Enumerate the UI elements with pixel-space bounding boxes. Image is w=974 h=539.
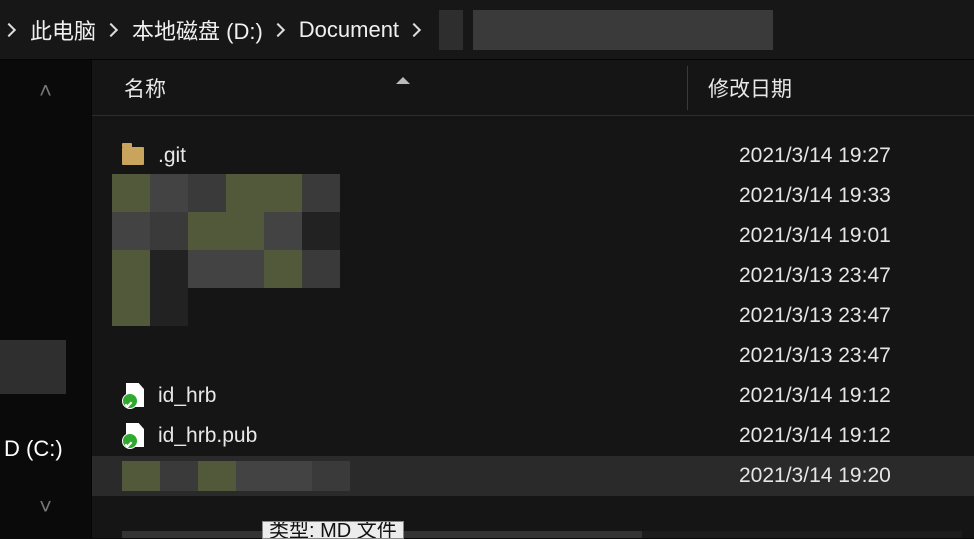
nav-tree: ˄ D (C:) ˅ [0, 60, 92, 538]
breadcrumb-item-drive-d[interactable]: 本地磁盘 (D:) [126, 0, 269, 59]
column-name[interactable]: 名称 [92, 73, 687, 103]
file-modified: 2021/3/14 19:01 [719, 224, 974, 248]
file-name: .git [158, 144, 186, 168]
horizontal-scrollbar[interactable] [122, 531, 962, 538]
tooltip: 类型: MD 文件 [262, 521, 404, 539]
key-file-icon [122, 383, 144, 409]
file-modified: 2021/3/13 23:47 [719, 264, 974, 288]
file-modified: 2021/3/14 19:20 [719, 464, 974, 488]
chevron-right-icon [2, 22, 16, 36]
file-modified: 2021/3/14 19:27 [719, 144, 974, 168]
column-name-label: 名称 [124, 78, 166, 101]
breadcrumb-redacted [473, 10, 773, 50]
chevron-right-icon [407, 22, 421, 36]
breadcrumb-item-pc[interactable]: 此电脑 [24, 0, 102, 59]
nav-scroll-up[interactable]: ˄ [39, 78, 52, 104]
list-item[interactable]: id_hrb 2021/3/14 19:12 [92, 376, 974, 416]
list-item[interactable]: 2021/3/14 19:20 [92, 456, 974, 496]
file-panel: 名称 修改日期 .git 2021/3/14 19:27 2021/3/14 1… [92, 60, 974, 538]
file-name: id_hrb [158, 384, 216, 408]
file-modified: 2021/3/14 19:33 [719, 184, 974, 208]
file-modified: 2021/3/14 19:12 [719, 424, 974, 448]
list-item[interactable]: id_hrb.pub 2021/3/14 19:12 [92, 416, 974, 456]
nav-item-drive-c[interactable]: D (C:) [0, 422, 90, 476]
file-modified: 2021/3/13 23:47 [719, 344, 974, 368]
list-item[interactable]: .git 2021/3/14 19:27 [92, 136, 974, 176]
column-modified[interactable]: 修改日期 [688, 73, 974, 103]
column-header: 名称 修改日期 [92, 60, 974, 116]
file-modified: 2021/3/13 23:47 [719, 304, 974, 328]
redaction-overlay [112, 174, 372, 326]
file-modified: 2021/3/14 19:12 [719, 384, 974, 408]
breadcrumb-item-document[interactable]: Document [293, 0, 405, 59]
file-name: id_hrb.pub [158, 424, 257, 448]
chevron-right-icon [104, 22, 118, 36]
folder-icon [122, 147, 144, 165]
list-item[interactable]: 2021/3/13 23:47 [92, 336, 974, 376]
chevron-right-icon [271, 22, 285, 36]
body: ˄ D (C:) ˅ 名称 修改日期 .git 2021/3/14 19:27 [0, 60, 974, 538]
nav-scroll-down[interactable]: ˅ [39, 494, 52, 520]
breadcrumb: 此电脑 本地磁盘 (D:) Document [0, 0, 974, 60]
file-list: .git 2021/3/14 19:27 2021/3/14 19:33 202… [92, 116, 974, 538]
nav-item-redacted[interactable] [0, 340, 66, 394]
breadcrumb-redacted [439, 10, 463, 50]
sort-ascending-icon [396, 77, 410, 84]
key-file-icon [122, 423, 144, 449]
